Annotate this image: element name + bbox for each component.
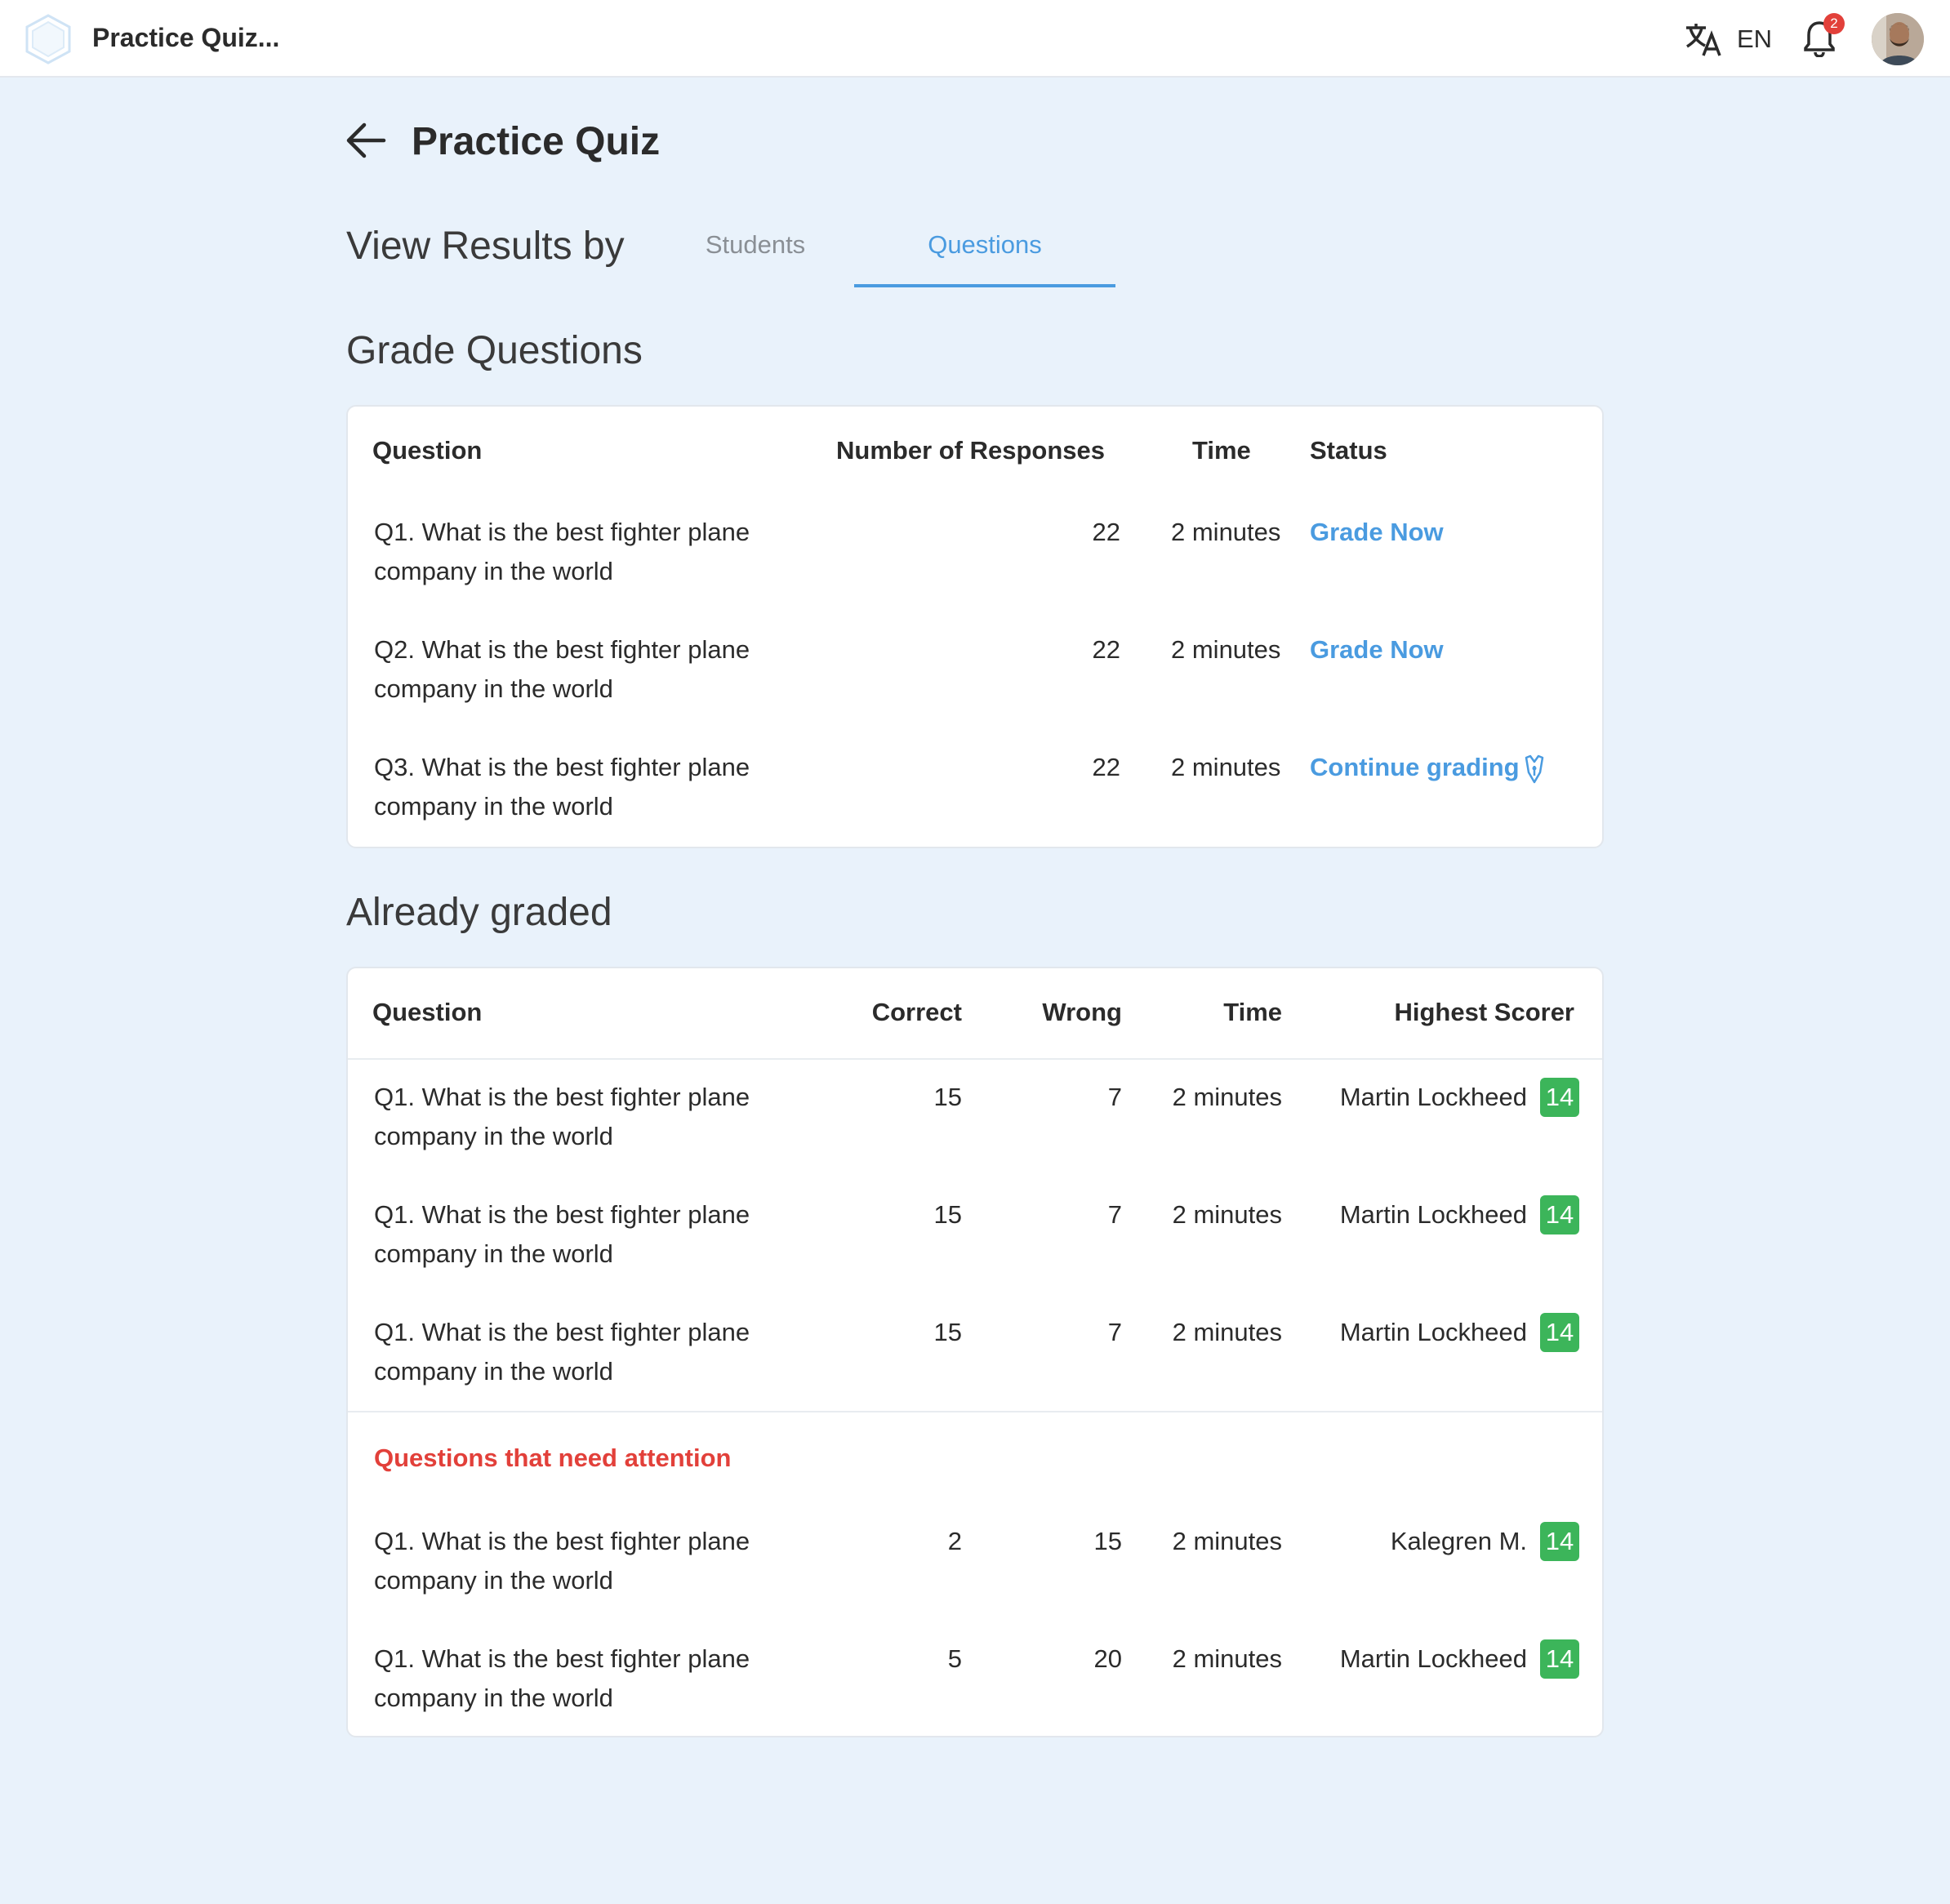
wrong-count: 7 bbox=[1107, 1200, 1122, 1229]
highest-scorer-name: Martin Lockheed bbox=[1339, 1318, 1527, 1346]
time-value: 2 minutes bbox=[1171, 753, 1281, 781]
question-text: Q1. What is the best fighter plane compa… bbox=[374, 1644, 750, 1712]
logo-icon bbox=[25, 14, 71, 65]
view-results-label: View Results by bbox=[346, 225, 625, 268]
time-value: 2 minutes bbox=[1171, 635, 1281, 664]
responses-count: 22 bbox=[1092, 635, 1120, 664]
column-header-status: Status bbox=[1310, 436, 1387, 465]
notification-badge: 2 bbox=[1823, 13, 1845, 34]
attention-label: Questions that need attention bbox=[374, 1444, 732, 1472]
question-text: Q1. What is the best fighter plane compa… bbox=[374, 518, 750, 585]
wrong-count: 15 bbox=[1093, 1527, 1122, 1555]
highest-scorer-name: Martin Lockheed bbox=[1339, 1200, 1527, 1229]
column-header-correct: Correct bbox=[871, 998, 962, 1026]
tab-students[interactable]: Students bbox=[690, 230, 821, 287]
app-title: Practice Quiz... bbox=[92, 23, 280, 52]
highest-scorer-name: Martin Lockheed bbox=[1339, 1644, 1527, 1673]
score-badge: 14 bbox=[1540, 1078, 1579, 1117]
time-value: 2 minutes bbox=[1172, 1527, 1282, 1555]
time-value: 2 minutes bbox=[1172, 1083, 1282, 1111]
highest-scorer-name: Martin Lockheed bbox=[1339, 1083, 1527, 1111]
time-value: 2 minutes bbox=[1172, 1200, 1282, 1229]
column-header-time: Time bbox=[1192, 436, 1251, 465]
attention-divider bbox=[348, 1411, 1602, 1412]
column-header-responses: Number of Responses bbox=[836, 436, 1106, 465]
grade-now-link[interactable]: Grade Now bbox=[1310, 513, 1444, 552]
score-badge: 14 bbox=[1540, 1639, 1579, 1679]
grade-questions-table: Question Number of Responses Time Status… bbox=[346, 405, 1604, 848]
highest-scorer-name: Kalegren M. bbox=[1390, 1527, 1527, 1555]
question-text: Q1. What is the best fighter plane compa… bbox=[374, 1083, 750, 1150]
question-text: Q1. What is the best fighter plane compa… bbox=[374, 1200, 750, 1268]
time-value: 2 minutes bbox=[1172, 1644, 1282, 1673]
question-text: Q1. What is the best fighter plane compa… bbox=[374, 1527, 750, 1595]
correct-count: 5 bbox=[947, 1644, 962, 1673]
already-graded-table: Question Correct Wrong Time Highest Scor… bbox=[346, 967, 1604, 1737]
score-badge: 14 bbox=[1540, 1195, 1579, 1234]
user-avatar-icon bbox=[1872, 13, 1924, 65]
correct-count: 15 bbox=[933, 1200, 962, 1229]
avatar[interactable] bbox=[1872, 13, 1924, 65]
back-arrow-icon[interactable] bbox=[345, 121, 387, 160]
language-selector[interactable]: EN bbox=[1737, 24, 1772, 54]
column-header-question: Question bbox=[372, 436, 483, 465]
column-header-question: Question bbox=[372, 998, 483, 1026]
wrong-count: 7 bbox=[1107, 1083, 1122, 1111]
score-badge: 14 bbox=[1540, 1313, 1579, 1352]
wrong-count: 20 bbox=[1093, 1644, 1122, 1673]
responses-count: 22 bbox=[1092, 753, 1120, 781]
tab-questions[interactable]: Questions bbox=[854, 230, 1115, 287]
continue-grading-link[interactable]: Continue grading bbox=[1310, 748, 1520, 787]
grade-questions-title: Grade Questions bbox=[346, 329, 643, 372]
correct-count: 2 bbox=[947, 1527, 962, 1555]
column-header-time: Time bbox=[1223, 998, 1282, 1026]
responses-count: 22 bbox=[1092, 518, 1120, 546]
grade-now-link[interactable]: Grade Now bbox=[1310, 630, 1444, 670]
time-value: 2 minutes bbox=[1172, 1318, 1282, 1346]
column-header-wrong: Wrong bbox=[1042, 998, 1122, 1026]
translate-icon[interactable] bbox=[1684, 21, 1723, 57]
correct-count: 15 bbox=[933, 1318, 962, 1346]
wrong-count: 7 bbox=[1107, 1318, 1122, 1346]
correct-count: 15 bbox=[933, 1083, 962, 1111]
question-text: Q3. What is the best fighter plane compa… bbox=[374, 753, 750, 821]
column-header-highest-scorer: Highest Scorer bbox=[1394, 998, 1574, 1026]
header-divider bbox=[348, 1058, 1602, 1060]
page-title: Practice Quiz bbox=[412, 120, 661, 163]
question-text: Q2. What is the best fighter plane compa… bbox=[374, 635, 750, 703]
pen-nib-icon bbox=[1525, 754, 1544, 784]
already-graded-title: Already graded bbox=[346, 891, 612, 934]
question-text: Q1. What is the best fighter plane compa… bbox=[374, 1318, 750, 1386]
top-bar: Practice Quiz... EN 2 bbox=[0, 0, 1950, 78]
score-badge: 14 bbox=[1540, 1522, 1579, 1561]
time-value: 2 minutes bbox=[1171, 518, 1281, 546]
